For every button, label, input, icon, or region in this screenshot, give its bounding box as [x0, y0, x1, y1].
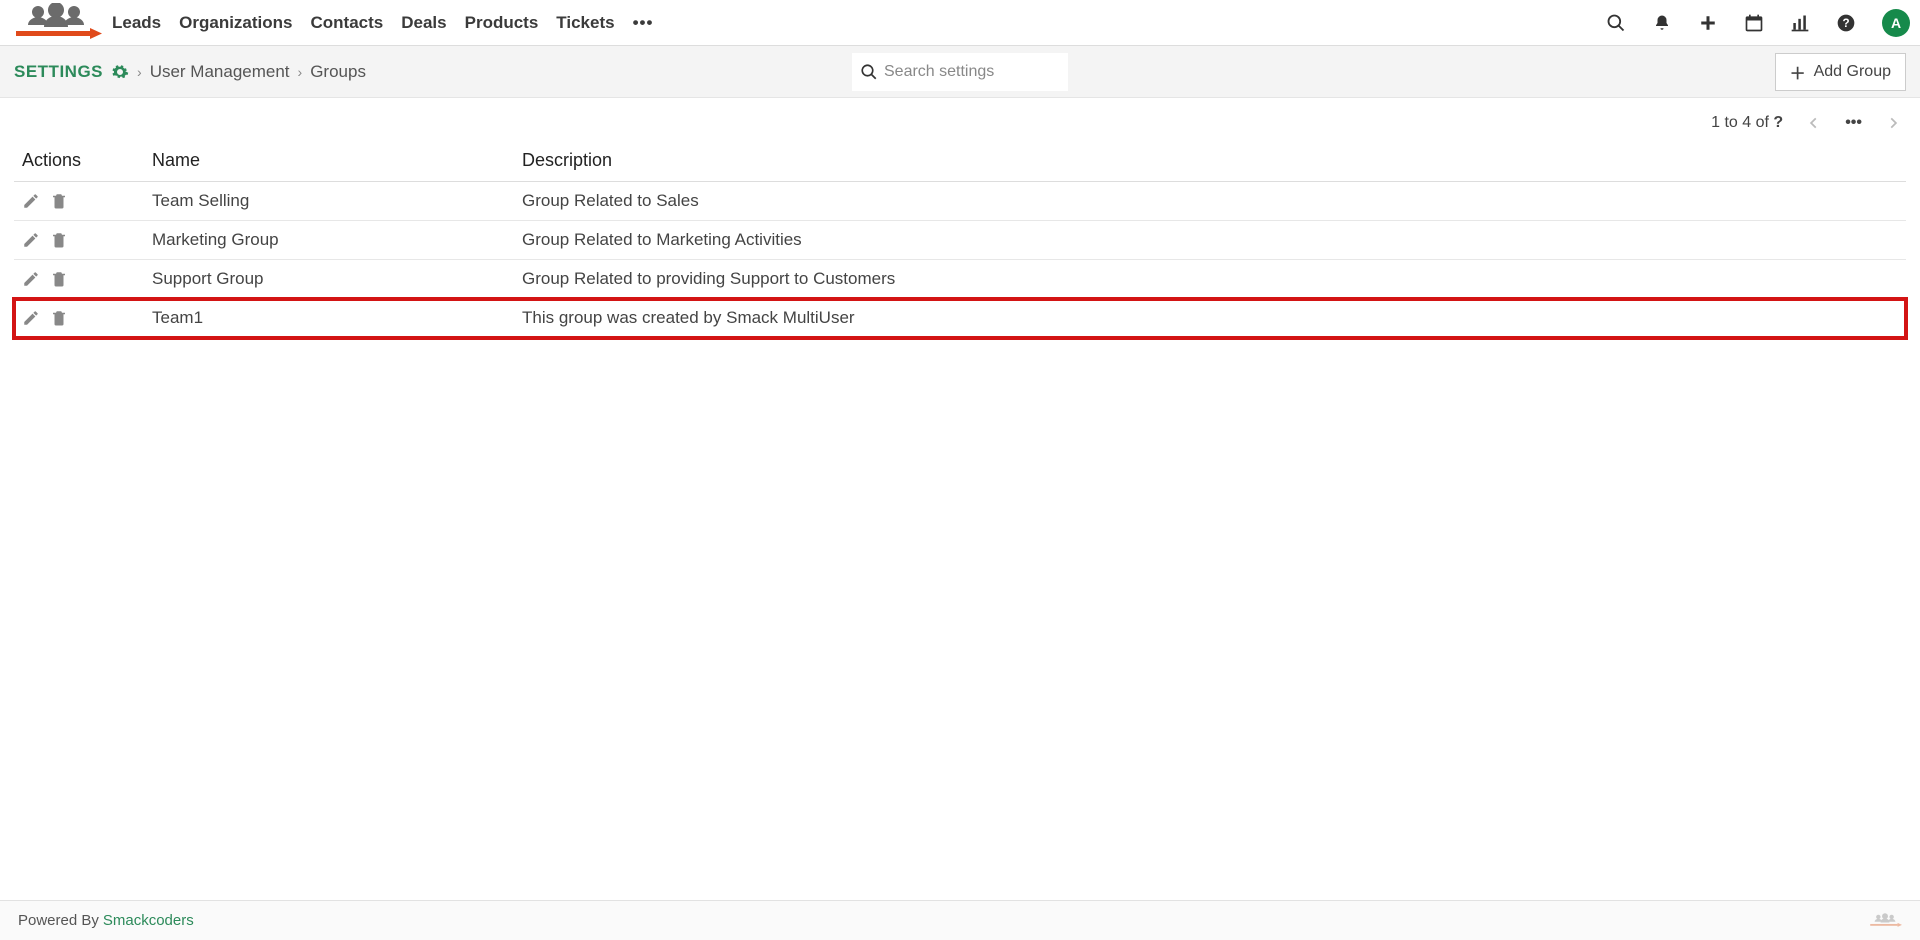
cell-name[interactable]: Support Group: [144, 260, 514, 299]
edit-icon[interactable]: [22, 192, 40, 210]
search-icon[interactable]: [1606, 13, 1626, 33]
bell-icon[interactable]: [1652, 13, 1672, 33]
plus-icon: ＋: [1790, 60, 1806, 84]
breadcrumb-parent[interactable]: User Management: [150, 62, 290, 82]
delete-icon[interactable]: [50, 270, 68, 288]
footer-powered: Powered By: [18, 912, 99, 929]
plus-icon[interactable]: [1698, 13, 1718, 33]
nav-contacts[interactable]: Contacts: [311, 13, 384, 33]
groups-table: Actions Name Description Team SellingGro…: [14, 140, 1906, 338]
edit-icon[interactable]: [22, 309, 40, 327]
calendar-icon[interactable]: [1744, 13, 1764, 33]
cell-name[interactable]: Team1: [144, 299, 514, 338]
chevron-right-icon: ›: [137, 64, 142, 80]
footer: Powered By Smackcoders: [0, 900, 1920, 940]
cell-description: Group Related to Marketing Activities: [514, 221, 1906, 260]
footer-logo: [1868, 909, 1902, 933]
add-group-label: Add Group: [1814, 63, 1891, 81]
delete-icon[interactable]: [50, 309, 68, 327]
settings-search[interactable]: [852, 53, 1068, 91]
table-row: Marketing GroupGroup Related to Marketin…: [14, 221, 1906, 260]
svg-text:?: ?: [1842, 17, 1849, 30]
pagination-text: 1 to 4 of ?: [1711, 114, 1783, 132]
avatar[interactable]: A: [1882, 9, 1910, 37]
nav-leads[interactable]: Leads: [112, 13, 161, 33]
settings-bar: SETTINGS › User Management › Groups ＋ Ad…: [0, 46, 1920, 98]
page-options[interactable]: •••: [1845, 114, 1862, 132]
edit-icon[interactable]: [22, 231, 40, 249]
top-nav: Leads Organizations Contacts Deals Produ…: [0, 0, 1920, 46]
nav-products[interactable]: Products: [465, 13, 539, 33]
edit-icon[interactable]: [22, 270, 40, 288]
breadcrumb: SETTINGS › User Management › Groups: [14, 62, 366, 82]
nav-deals[interactable]: Deals: [401, 13, 446, 33]
add-group-button[interactable]: ＋ Add Group: [1775, 53, 1906, 91]
cell-name[interactable]: Team Selling: [144, 182, 514, 221]
help-icon[interactable]: ?: [1836, 13, 1856, 33]
breadcrumb-current: Groups: [310, 62, 366, 82]
settings-search-input[interactable]: [884, 63, 1060, 81]
th-actions: Actions: [14, 140, 144, 182]
pagination: 1 to 4 of ? •••: [0, 98, 1920, 140]
table-row: Support GroupGroup Related to providing …: [14, 260, 1906, 299]
table-row: Team SellingGroup Related to Sales: [14, 182, 1906, 221]
app-logo: [10, 3, 102, 43]
nav-organizations[interactable]: Organizations: [179, 13, 292, 33]
th-name: Name: [144, 140, 514, 182]
th-desc: Description: [514, 140, 1906, 182]
delete-icon[interactable]: [50, 231, 68, 249]
search-icon: [860, 63, 878, 81]
page-prev[interactable]: [1807, 116, 1821, 130]
cell-description: Group Related to providing Support to Cu…: [514, 260, 1906, 299]
chevron-right-icon: ›: [298, 64, 303, 80]
cell-description: Group Related to Sales: [514, 182, 1906, 221]
footer-brand-link[interactable]: Smackcoders: [103, 912, 194, 929]
nav-more[interactable]: •••: [633, 13, 654, 33]
cell-name[interactable]: Marketing Group: [144, 221, 514, 260]
gear-icon[interactable]: [111, 63, 129, 81]
delete-icon[interactable]: [50, 192, 68, 210]
breadcrumb-settings[interactable]: SETTINGS: [14, 62, 103, 82]
chart-icon[interactable]: [1790, 13, 1810, 33]
page-next[interactable]: [1886, 116, 1900, 130]
nav-tickets[interactable]: Tickets: [556, 13, 614, 33]
table-row: Team1This group was created by Smack Mul…: [14, 299, 1906, 338]
cell-description: This group was created by Smack MultiUse…: [514, 299, 1906, 338]
